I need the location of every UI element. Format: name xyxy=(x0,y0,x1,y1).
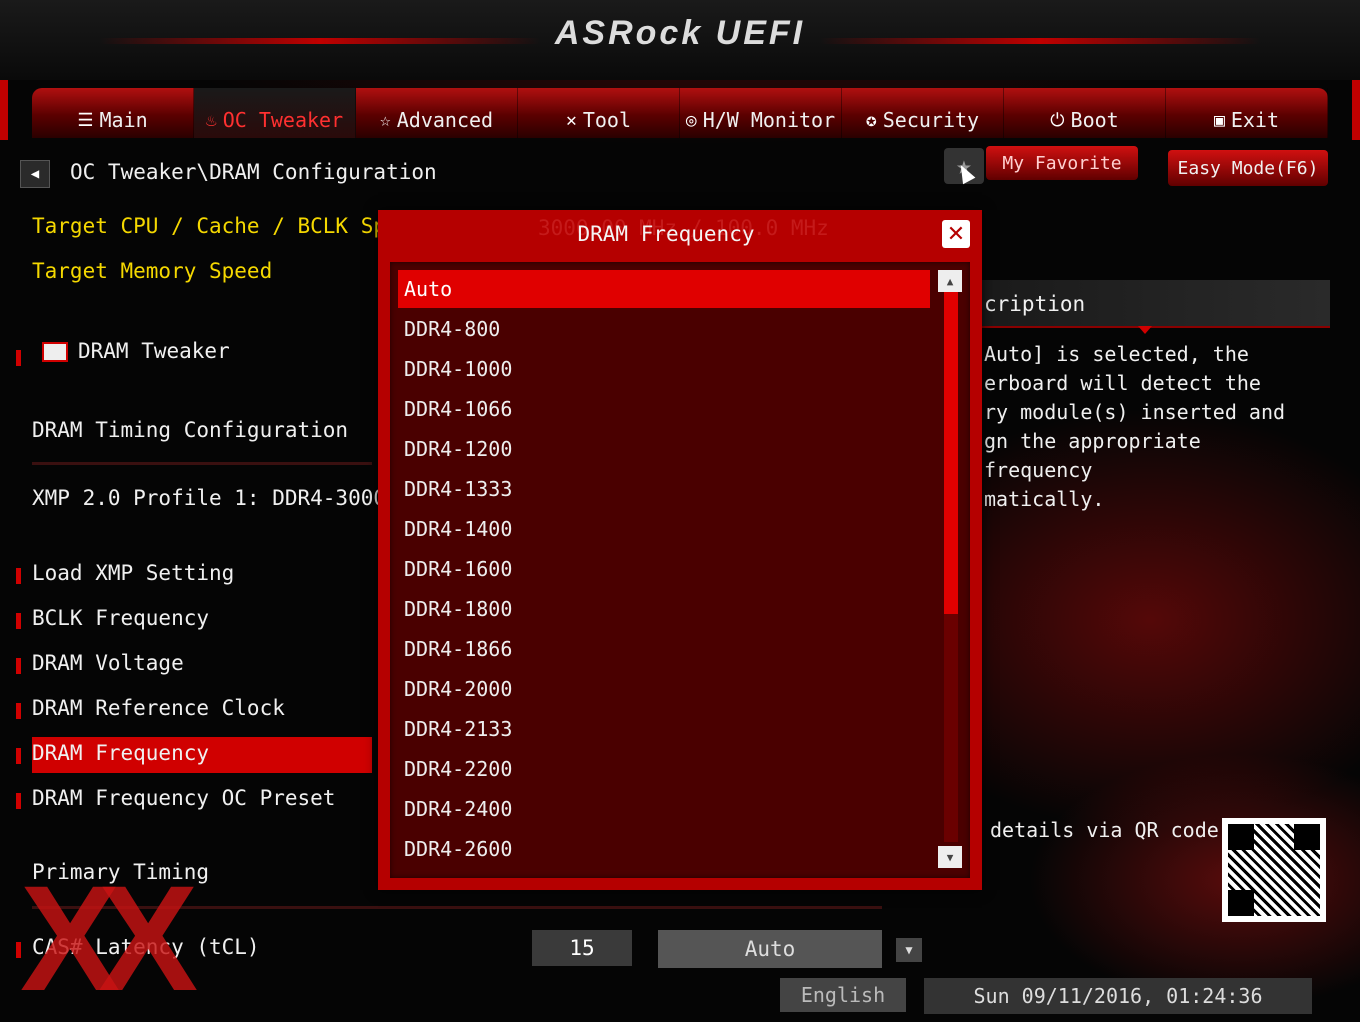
popup-title: DRAM Frequency xyxy=(577,222,755,246)
tab-security[interactable]: ✪ Security xyxy=(842,88,1004,138)
tab-oc-tweaker[interactable]: ♨ OC Tweaker xyxy=(194,88,356,138)
tab-main[interactable]: ☰ Main xyxy=(32,88,194,138)
option-ddr4-1800[interactable]: DDR4-1800 xyxy=(398,590,930,628)
item-marker xyxy=(16,350,21,366)
option-ddr4-1333[interactable]: DDR4-1333 xyxy=(398,470,930,508)
easy-mode-button[interactable]: Easy Mode(F6) xyxy=(1168,150,1328,186)
tab-tool[interactable]: ✕ Tool xyxy=(518,88,680,138)
load-xmp-setting-item[interactable]: Load XMP Setting xyxy=(32,561,234,585)
option-auto[interactable]: Auto xyxy=(398,270,930,308)
cas-latency-select[interactable]: Auto xyxy=(658,930,882,968)
item-marker xyxy=(16,703,21,719)
item-marker xyxy=(16,613,21,629)
close-icon[interactable]: ✕ xyxy=(942,220,970,248)
side-accent-left xyxy=(0,80,8,140)
tab-exit[interactable]: ▣ Exit xyxy=(1166,88,1328,138)
side-accent-right xyxy=(1352,80,1360,140)
dram-tweaker-item[interactable]: DRAM Tweaker xyxy=(78,339,230,363)
target-memory-label: Target Memory Speed xyxy=(32,259,273,283)
item-marker xyxy=(16,658,21,674)
dram-frequency-oc-preset-item[interactable]: DRAM Frequency OC Preset xyxy=(32,786,335,810)
frequency-option-list: Auto DDR4-800 DDR4-1000 DDR4-1066 DDR4-1… xyxy=(390,262,970,878)
shield-icon: ✪ xyxy=(865,109,877,131)
item-marker xyxy=(16,568,21,584)
description-text: Auto] is selected, the erboard will dete… xyxy=(984,342,1286,511)
option-ddr4-1400[interactable]: DDR4-1400 xyxy=(398,510,930,548)
scrollbar-thumb[interactable] xyxy=(944,292,958,614)
chevron-down-icon[interactable]: ▼ xyxy=(896,938,922,962)
tab-advanced[interactable]: ☆ Advanced xyxy=(356,88,518,138)
scroll-down-icon[interactable]: ▼ xyxy=(938,846,962,868)
breadcrumb: OC Tweaker\DRAM Configuration xyxy=(70,160,437,184)
dram-reference-clock-item[interactable]: DRAM Reference Clock xyxy=(32,696,285,720)
back-button[interactable]: ◀ xyxy=(20,160,50,188)
option-ddr4-2200[interactable]: DDR4-2200 xyxy=(398,750,930,788)
qr-code[interactable] xyxy=(1222,818,1326,922)
option-ddr4-2600[interactable]: DDR4-2600 xyxy=(398,830,930,868)
qr-code-label: details via QR code xyxy=(990,818,1219,842)
back-arrow-icon: ◀ xyxy=(30,166,40,182)
dram-timing-config-heading: DRAM Timing Configuration xyxy=(32,418,349,442)
description-title: cription xyxy=(984,292,1086,316)
qr-code-pattern xyxy=(1228,824,1320,916)
dram-voltage-item[interactable]: DRAM Voltage xyxy=(32,651,184,675)
description-pointer xyxy=(1138,326,1152,334)
option-ddr4-800[interactable]: DDR4-800 xyxy=(398,310,930,348)
tools-icon: ✕ xyxy=(565,109,577,131)
tab-boot[interactable]: ⏻ Boot xyxy=(1004,88,1166,138)
list-icon: ☰ xyxy=(77,109,94,131)
flame-icon: ♨ xyxy=(205,109,217,131)
exit-icon: ▣ xyxy=(1213,109,1225,131)
option-ddr4-2000[interactable]: DDR4-2000 xyxy=(398,670,930,708)
memory-module-icon xyxy=(42,342,68,362)
star-icon: ☆ xyxy=(379,109,391,131)
watermark-logo: XX xyxy=(20,854,198,1022)
language-button[interactable]: English xyxy=(780,978,906,1012)
option-ddr4-1866[interactable]: DDR4-1866 xyxy=(398,630,930,668)
item-marker xyxy=(16,748,21,764)
dram-frequency-item[interactable]: DRAM Frequency xyxy=(32,741,209,765)
option-ddr4-1200[interactable]: DDR4-1200 xyxy=(398,430,930,468)
app-logo: ASRock UEFI xyxy=(554,14,806,52)
main-nav: ☰ Main ♨ OC Tweaker ☆ Advanced ✕ Tool ◎ H/W M… xyxy=(32,88,1328,138)
dram-frequency-popup: 3000.00 MHz / 100.0 MHz DRAM Frequency ✕… xyxy=(378,210,982,890)
item-marker xyxy=(16,793,21,809)
bclk-frequency-item[interactable]: BCLK Frequency xyxy=(32,606,209,630)
scroll-up-icon[interactable]: ▲ xyxy=(938,270,962,292)
option-ddr4-2133[interactable]: DDR4-2133 xyxy=(398,710,930,748)
header: ASRock UEFI xyxy=(0,0,1360,80)
power-icon: ⏻ xyxy=(1050,109,1065,131)
monitor-icon: ◎ xyxy=(685,109,697,131)
my-favorite-button[interactable]: My Favorite xyxy=(986,146,1138,180)
tab-hw-monitor[interactable]: ◎ H/W Monitor xyxy=(680,88,842,138)
option-ddr4-1066[interactable]: DDR4-1066 xyxy=(398,390,930,428)
xmp-profile-info: XMP 2.0 Profile 1: DDR4-3000 15-1 xyxy=(32,486,378,510)
datetime-display: Sun 09/11/2016, 01:24:36 xyxy=(924,978,1312,1014)
section-divider xyxy=(32,462,372,465)
option-ddr4-1600[interactable]: DDR4-1600 xyxy=(398,550,930,588)
cas-latency-value: 15 xyxy=(532,930,632,966)
option-ddr4-2400[interactable]: DDR4-2400 xyxy=(398,790,930,828)
target-cpu-label: Target CPU / Cache / BCLK Speed xyxy=(32,214,424,238)
option-ddr4-1000[interactable]: DDR4-1000 xyxy=(398,350,930,388)
